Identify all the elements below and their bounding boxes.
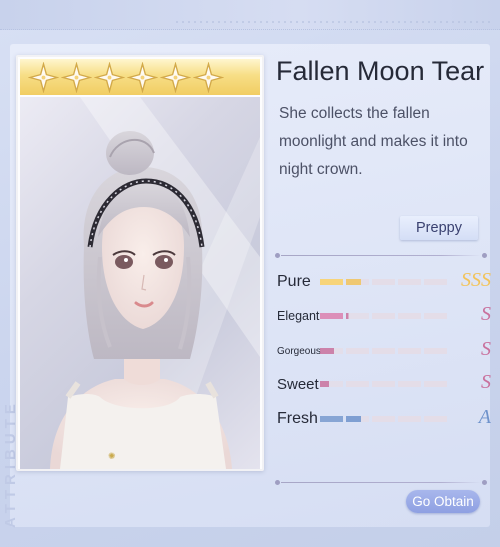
star-icon (28, 61, 59, 93)
bar-segment (398, 381, 421, 387)
bar-segment (320, 381, 343, 387)
attribute-bar (320, 416, 449, 422)
attribute-name: Elegant (277, 309, 320, 323)
attribute-row-elegant: Elegant S (277, 303, 491, 326)
character-portrait: ✺ (20, 97, 260, 469)
bar-segment (372, 313, 395, 319)
star-icon (127, 61, 158, 93)
top-strip (0, 0, 500, 30)
bar-segment (320, 279, 343, 285)
attribute-bar (320, 313, 449, 319)
bar-segment (398, 348, 421, 354)
attribute-row-fresh: Fresh A (277, 406, 491, 429)
attribute-name: Gorgeous (277, 345, 321, 357)
svg-text:✺: ✺ (108, 451, 116, 461)
character-illustration: ✺ (20, 97, 260, 469)
bar-segment (424, 381, 447, 387)
bar-segment (424, 279, 447, 285)
bar-segment (372, 416, 395, 422)
bar-segment (372, 279, 395, 285)
bar-segment (372, 348, 395, 354)
attribute-name: Pure (277, 273, 311, 290)
bar-segment (424, 348, 447, 354)
attribute-row-sweet: Sweet S (277, 371, 491, 394)
star-icon (160, 61, 191, 93)
bar-segment (346, 279, 369, 285)
bar-segment (346, 348, 369, 354)
attribute-name: Sweet (277, 375, 319, 393)
attribute-grade: A (478, 406, 491, 428)
bar-segment (320, 348, 343, 354)
bar-segment (320, 416, 343, 422)
bar-segment (424, 416, 447, 422)
star-icon (193, 61, 224, 93)
go-obtain-button[interactable]: Go Obtain (406, 490, 480, 513)
star-icon (94, 61, 125, 93)
bar-segment (372, 381, 395, 387)
divider-bottom (275, 480, 487, 485)
star-rating (20, 59, 260, 95)
style-tag[interactable]: Preppy (400, 216, 478, 240)
attribute-row-gorgeous: Gorgeous S (277, 338, 491, 361)
attribute-grade: SSS (461, 269, 491, 291)
bar-segment (398, 279, 421, 285)
item-title: Fallen Moon Tear (276, 56, 485, 86)
attribute-bar (320, 381, 449, 387)
attribute-name: Fresh (277, 410, 318, 427)
bar-segment (398, 313, 421, 319)
attribute-grade: S (481, 303, 491, 325)
divider-top (275, 253, 487, 258)
attribute-bar (320, 348, 449, 354)
bar-segment (398, 416, 421, 422)
bar-segment (320, 313, 343, 319)
bar-segment (424, 313, 447, 319)
bar-segment (346, 381, 369, 387)
attribute-grade: S (481, 338, 491, 360)
item-description: She collects the fallen moonlight and ma… (279, 105, 468, 178)
attribute-grade: S (481, 371, 491, 393)
attribute-bar (320, 279, 449, 285)
bar-segment (346, 313, 369, 319)
attribute-row-pure: Pure SSS (277, 269, 491, 292)
star-icon (61, 61, 92, 93)
dot-pattern (174, 20, 494, 24)
bar-segment (346, 416, 369, 422)
portrait-frame: ✺ (16, 55, 264, 471)
